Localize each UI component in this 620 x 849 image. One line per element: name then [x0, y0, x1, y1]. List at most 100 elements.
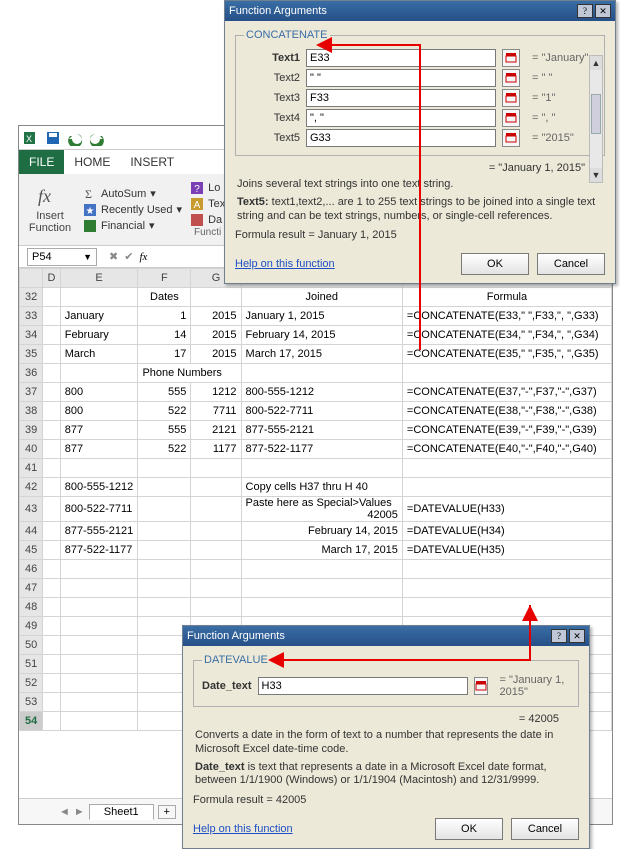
range-picker-icon[interactable] [502, 49, 520, 67]
row-header[interactable]: 42 [20, 478, 43, 497]
datetime-button[interactable]: Da [190, 213, 225, 227]
row-header[interactable]: 38 [20, 402, 43, 421]
financial-button[interactable]: Financial ▾ [83, 219, 182, 233]
cell[interactable]: =DATEVALUE(H34) [402, 522, 611, 541]
row-header[interactable]: 52 [20, 674, 43, 693]
help-icon[interactable]: ? [551, 629, 567, 643]
cell[interactable]: January [60, 307, 138, 326]
cell[interactable]: =DATEVALUE(H35) [402, 541, 611, 560]
row-header[interactable]: 50 [20, 636, 43, 655]
cell[interactable]: 877-555-2121 [241, 421, 402, 440]
cell[interactable]: =DATEVALUE(H33) [402, 497, 611, 522]
col-header-F[interactable]: F [138, 269, 191, 288]
cell[interactable]: 2015 [191, 326, 241, 345]
scroll-thumb[interactable] [591, 94, 601, 134]
cell[interactable]: =CONCATENATE(E38,"-",F38,"-",G38) [402, 402, 611, 421]
cell[interactable]: 14 [138, 326, 191, 345]
range-picker-icon[interactable] [502, 89, 520, 107]
cell[interactable]: =CONCATENATE(E39,"-",F39,"-",G39) [402, 421, 611, 440]
row-header[interactable]: 48 [20, 598, 43, 617]
cell[interactable]: 1 [138, 307, 191, 326]
sheet-nav-prev-icon[interactable]: ◄ [59, 806, 70, 818]
save-icon[interactable] [45, 130, 61, 146]
cell[interactable]: 555 [138, 421, 191, 440]
sheet-nav-next-icon[interactable]: ► [74, 806, 85, 818]
cancel-entry-icon[interactable]: ✖ [109, 250, 118, 263]
sheet-tab[interactable]: Sheet1 [89, 804, 154, 820]
text-button[interactable]: ATex [190, 197, 225, 211]
row-header[interactable]: 37 [20, 383, 43, 402]
cancel-button[interactable]: Cancel [511, 818, 579, 840]
cell[interactable]: March [60, 345, 138, 364]
row-header[interactable]: 47 [20, 579, 43, 598]
close-icon[interactable]: ✕ [569, 629, 585, 643]
cell[interactable]: February [60, 326, 138, 345]
help-link[interactable]: Help on this function [193, 823, 293, 835]
cell[interactable]: 800-522-7711 [60, 497, 138, 522]
cell[interactable]: =CONCATENATE(E40,"-",F40,"-",G40) [402, 440, 611, 459]
cell[interactable]: March 17, 2015 [241, 541, 402, 560]
text3-input[interactable] [306, 89, 496, 107]
cell[interactable]: 877 [60, 440, 138, 459]
row-header[interactable]: 34 [20, 326, 43, 345]
cell[interactable]: 877 [60, 421, 138, 440]
cell[interactable]: 17 [138, 345, 191, 364]
cell[interactable]: 7711 [191, 402, 241, 421]
scroll-up-icon[interactable]: ▲ [590, 56, 602, 70]
row-header[interactable]: 35 [20, 345, 43, 364]
accept-entry-icon[interactable]: ✔ [124, 250, 133, 263]
range-picker-icon[interactable] [502, 69, 520, 87]
cell[interactable]: 800 [60, 402, 138, 421]
undo-icon[interactable] [67, 130, 83, 146]
row-header[interactable]: 46 [20, 560, 43, 579]
row-header[interactable]: 40 [20, 440, 43, 459]
row-header[interactable]: 41 [20, 459, 43, 478]
cell[interactable]: =CONCATENATE(E34," ",F34,", ",G34) [402, 326, 611, 345]
ok-button[interactable]: OK [435, 818, 503, 840]
fx-icon[interactable]: fx [139, 251, 147, 263]
tab-home[interactable]: HOME [64, 150, 120, 174]
cell[interactable]: 1177 [191, 440, 241, 459]
text4-input[interactable] [306, 109, 496, 127]
row-header[interactable]: 49 [20, 617, 43, 636]
row-header[interactable]: 53 [20, 693, 43, 712]
cell[interactable]: 522 [138, 402, 191, 421]
cell[interactable]: February 14, 2015 [241, 522, 402, 541]
cell[interactable]: Paste here as Special>Values 42005 [241, 497, 402, 522]
cell[interactable]: 800-555-1212 [60, 478, 138, 497]
cancel-button[interactable]: Cancel [537, 253, 605, 275]
name-box[interactable]: P54▼ [27, 248, 97, 266]
cell[interactable]: 877-555-2121 [60, 522, 138, 541]
cell[interactable]: 522 [138, 440, 191, 459]
logical-button[interactable]: ?Lo [190, 181, 225, 195]
range-picker-icon[interactable] [474, 677, 488, 695]
dialog-titlebar[interactable]: Function Arguments ? ✕ [225, 1, 615, 21]
cell[interactable]: =CONCATENATE(E35," ",F35,", ",G35) [402, 345, 611, 364]
cell[interactable]: March 17, 2015 [241, 345, 402, 364]
args-scrollbar[interactable]: ▲▼ [589, 55, 603, 183]
scroll-down-icon[interactable]: ▼ [590, 168, 602, 182]
help-link[interactable]: Help on this function [235, 258, 335, 270]
range-picker-icon[interactable] [502, 109, 520, 127]
cell[interactable]: Formula [402, 288, 611, 307]
cell[interactable]: 2121 [191, 421, 241, 440]
cell[interactable]: January 1, 2015 [241, 307, 402, 326]
cell[interactable]: =CONCATENATE(E37,"-",F37,"-",G37) [402, 383, 611, 402]
cell[interactable]: Copy cells H37 thru H 40 [241, 478, 402, 497]
cell[interactable]: 1212 [191, 383, 241, 402]
row-header[interactable]: 51 [20, 655, 43, 674]
recently-used-button[interactable]: ★Recently Used ▾ [83, 203, 182, 217]
cell[interactable]: 877-522-1177 [241, 440, 402, 459]
cell[interactable]: Joined [241, 288, 402, 307]
cell[interactable]: 555 [138, 383, 191, 402]
tab-file[interactable]: FILE [19, 150, 64, 174]
cell[interactable]: 800-522-7711 [241, 402, 402, 421]
text5-input[interactable] [306, 129, 496, 147]
dialog-titlebar[interactable]: Function Arguments ? ✕ [183, 626, 589, 646]
cell[interactable]: =CONCATENATE(E33," ",F33,", ",G33) [402, 307, 611, 326]
text2-input[interactable] [306, 69, 496, 87]
row-header[interactable]: 54 [20, 712, 43, 731]
close-icon[interactable]: ✕ [595, 4, 611, 18]
cell[interactable]: 2015 [191, 345, 241, 364]
cell[interactable]: 2015 [191, 307, 241, 326]
